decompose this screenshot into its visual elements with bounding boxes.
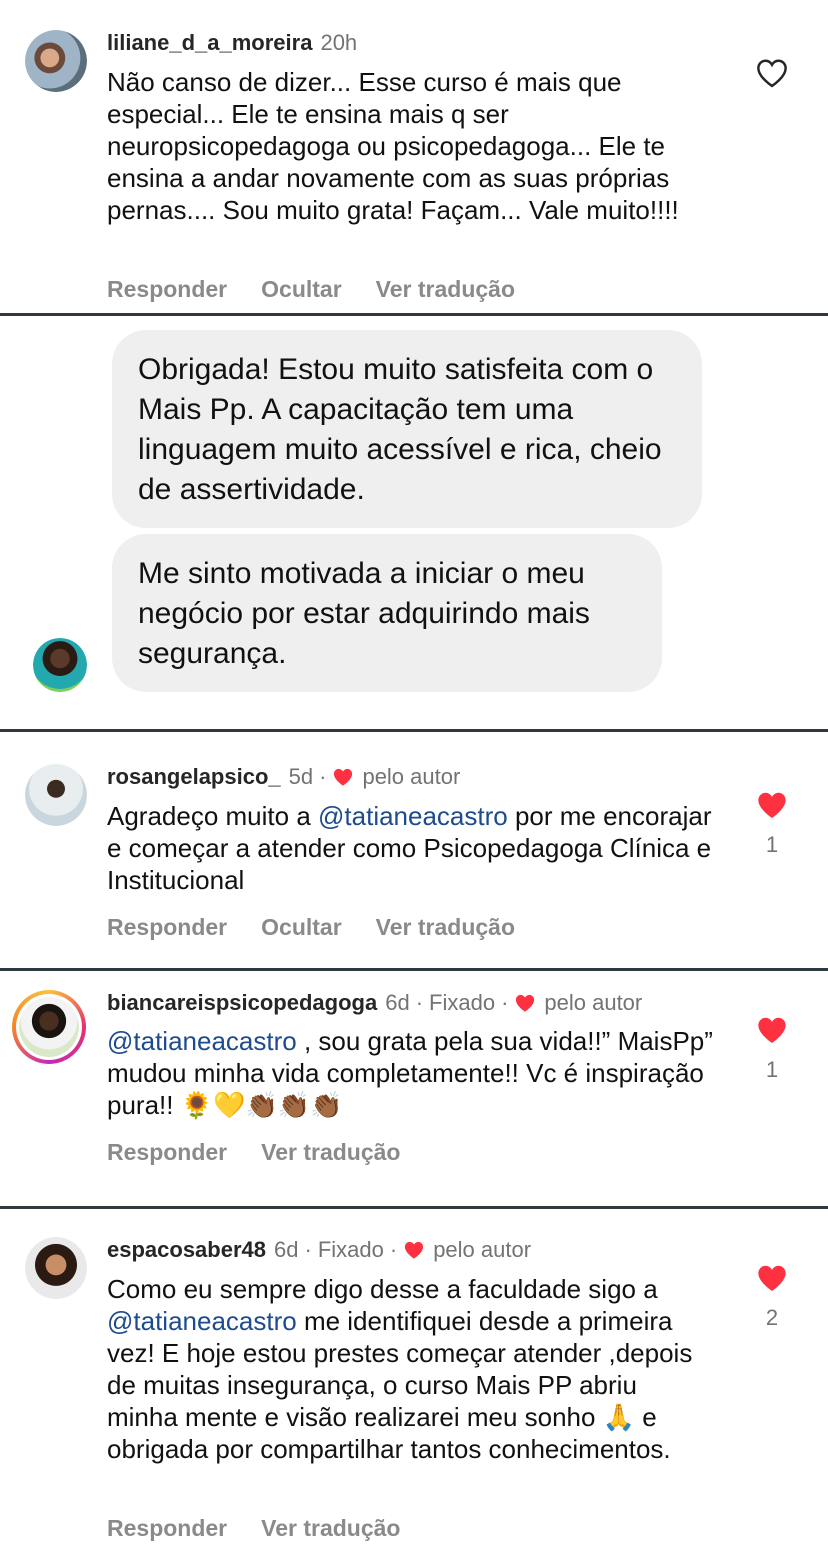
comment-text: @tatianeacastro , sou grata pela sua vid… xyxy=(107,1025,727,1121)
heart-outline-icon xyxy=(757,59,787,88)
heart-filled-icon xyxy=(758,1017,786,1043)
timestamp: 20h xyxy=(320,30,358,55)
author-like-heart-icon xyxy=(334,768,353,786)
divider xyxy=(0,313,828,316)
comment-text: Não canso de dizer... Esse curso é mais … xyxy=(107,67,679,225)
pinned-label: Fixado xyxy=(317,1237,384,1262)
message-bubble: Me sinto motivada a iniciar o meu negóci… xyxy=(112,534,662,692)
separator: · xyxy=(304,1237,312,1262)
mention-link[interactable]: @tatianeacastro xyxy=(107,1026,297,1056)
hide-button[interactable]: Ocultar xyxy=(261,276,342,303)
heart-filled-icon xyxy=(758,792,786,818)
reply-button[interactable]: Responder xyxy=(107,1515,227,1542)
separator: · xyxy=(319,764,327,789)
mention-link[interactable]: @tatianeacastro xyxy=(107,1306,297,1336)
like-count: 1 xyxy=(765,1057,779,1082)
comment-text: Como eu sempre digo desse a faculdade si… xyxy=(107,1273,707,1465)
translate-button[interactable]: Ver tradução xyxy=(261,1139,400,1166)
like-button[interactable] xyxy=(752,58,792,88)
timestamp: 6d xyxy=(274,1237,299,1262)
reply-button[interactable]: Responder xyxy=(107,914,227,941)
avatar[interactable] xyxy=(25,1237,87,1299)
avatar[interactable] xyxy=(25,764,87,826)
comment-meta: liliane_d_a_moreira 20h xyxy=(107,30,357,56)
username[interactable]: espacosaber48 xyxy=(107,1237,266,1263)
divider xyxy=(0,968,828,971)
author-like-heart-icon xyxy=(516,994,535,1012)
liked-by-author-label: pelo autor xyxy=(544,990,643,1015)
timestamp: 5d xyxy=(288,764,314,789)
comment-meta: espacosaber48 6d · Fixado · pelo autor xyxy=(107,1237,531,1263)
translate-button[interactable]: Ver tradução xyxy=(376,914,515,941)
username[interactable]: rosangelapsico_ xyxy=(107,764,281,790)
comment-actions: Responder Ocultar Ver tradução xyxy=(107,914,515,941)
like-count: 1 xyxy=(765,832,779,857)
message-text: Obrigada! Estou muito satisfeita com o M… xyxy=(138,353,662,506)
separator: · xyxy=(501,990,509,1015)
message-bubble: Obrigada! Estou muito satisfeita com o M… xyxy=(112,330,702,528)
comment-actions: Responder Ocultar Ver tradução xyxy=(107,276,515,303)
like-button[interactable]: 2 xyxy=(752,1263,792,1331)
pinned-label: Fixado xyxy=(429,990,496,1015)
comment-meta: rosangelapsico_ 5d · pelo autor xyxy=(107,764,460,790)
timestamp: 6d xyxy=(385,990,410,1015)
translate-button[interactable]: Ver tradução xyxy=(376,276,515,303)
hide-button[interactable]: Ocultar xyxy=(261,914,342,941)
divider xyxy=(0,1206,828,1209)
avatar[interactable] xyxy=(25,30,87,92)
liked-by-author-label: pelo autor xyxy=(362,764,461,789)
like-button[interactable]: 1 xyxy=(752,1015,792,1083)
divider xyxy=(0,729,828,732)
separator: · xyxy=(389,1237,398,1262)
sender-avatar[interactable] xyxy=(33,638,87,692)
heart-filled-icon xyxy=(758,1265,786,1291)
like-count: 2 xyxy=(765,1305,779,1330)
comment-meta: biancareispsicopedagoga 6d · Fixado · pe… xyxy=(107,990,642,1016)
message-text: Me sinto motivada a iniciar o meu negóci… xyxy=(138,557,590,670)
reply-button[interactable]: Responder xyxy=(107,1139,227,1166)
text-part: Como eu sempre digo desse a faculdade si… xyxy=(107,1274,658,1304)
username[interactable]: biancareispsicopedagoga xyxy=(107,990,377,1016)
separator: · xyxy=(415,990,424,1015)
comment-text: Agradeço muito a @tatianeacastro por me … xyxy=(107,800,717,896)
story-ring-avatar[interactable] xyxy=(12,990,86,1064)
username[interactable]: liliane_d_a_moreira xyxy=(107,30,312,56)
comment-actions: Responder Ver tradução xyxy=(107,1515,400,1542)
liked-by-author-label: pelo autor xyxy=(433,1237,532,1262)
translate-button[interactable]: Ver tradução xyxy=(261,1515,400,1542)
like-button[interactable]: 1 xyxy=(752,790,792,858)
mention-link[interactable]: @tatianeacastro xyxy=(318,801,508,831)
author-like-heart-icon xyxy=(405,1241,424,1259)
text-part: Agradeço muito a xyxy=(107,801,319,831)
comment-actions: Responder Ver tradução xyxy=(107,1139,400,1166)
reply-button[interactable]: Responder xyxy=(107,276,227,303)
